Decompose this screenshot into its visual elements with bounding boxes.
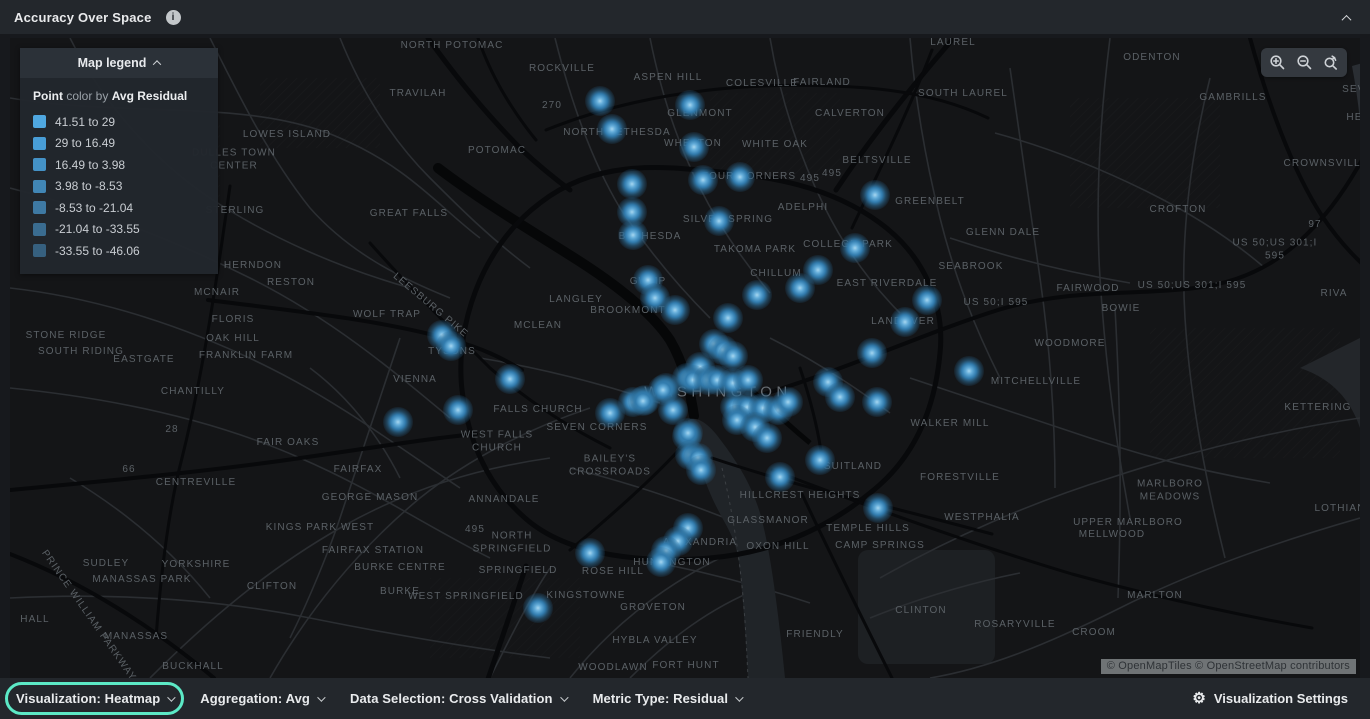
heat-point[interactable] [679, 132, 709, 162]
heat-point[interactable] [628, 386, 658, 416]
heat-point[interactable] [597, 114, 627, 144]
legend-swatch-icon [33, 115, 46, 128]
heat-point[interactable] [383, 407, 413, 437]
bottom-toolbar: Visualization: Heatmap Aggregation: Avg Da… [0, 678, 1370, 719]
map-legend-header[interactable]: Map legend [20, 48, 218, 78]
legend-item: 3.98 to -8.53 [33, 176, 205, 198]
heat-point[interactable] [646, 547, 676, 577]
legend-item-label: -8.53 to -21.04 [55, 201, 133, 215]
heat-point[interactable] [863, 493, 893, 523]
toolbar-dropdown-label: Data Selection: Cross Validation [350, 691, 553, 706]
heat-point[interactable] [523, 593, 553, 623]
map-attribution[interactable]: © OpenMapTiles © OpenStreetMap contribut… [1101, 659, 1356, 674]
heat-point[interactable] [733, 365, 763, 395]
map-legend-rows: 41.51 to 29 29 to 16.49 16.49 to 3.98 3.98 … [20, 108, 218, 274]
heat-point[interactable] [954, 356, 984, 386]
legend-item-label: 3.98 to -8.53 [55, 179, 122, 193]
legend-item-label: -21.04 to -33.55 [55, 222, 140, 236]
reset-zoom-icon [1322, 54, 1339, 71]
legend-item-label: -33.55 to -46.06 [55, 244, 140, 258]
zoom-out-button[interactable] [1294, 52, 1315, 73]
visualization-settings-label: Visualization Settings [1214, 691, 1348, 706]
heat-point[interactable] [742, 280, 772, 310]
legend-swatch-icon [33, 223, 46, 236]
chevron-down-icon [560, 693, 568, 701]
map-legend: Map legend Point color by Avg Residual 4… [20, 48, 218, 274]
legend-swatch-icon [33, 244, 46, 257]
toolbar-dropdown-visualization[interactable]: Visualization: Heatmap [16, 691, 173, 706]
heat-point[interactable] [840, 233, 870, 263]
heat-point[interactable] [825, 382, 855, 412]
toolbar-dropdown-label: Visualization: Heatmap [16, 691, 160, 706]
map-zoom-controls [1261, 48, 1347, 77]
legend-swatch-icon [33, 201, 46, 214]
toolbar-dropdowns: Visualization: Heatmap Aggregation: Avg Da… [16, 691, 741, 706]
chevron-down-icon [735, 693, 743, 701]
legend-item: -33.55 to -46.06 [33, 240, 205, 262]
heat-point[interactable] [890, 307, 920, 337]
legend-color-by-label: color by [63, 89, 112, 103]
legend-item-label: 16.49 to 3.98 [55, 158, 125, 172]
toolbar-dropdown-data-selection[interactable]: Data Selection: Cross Validation [350, 691, 566, 706]
heat-point[interactable] [785, 273, 815, 303]
zoom-out-icon [1296, 54, 1313, 71]
visualization-settings-button[interactable]: ⚙ Visualization Settings [1186, 690, 1354, 707]
info-icon[interactable]: i [166, 10, 181, 25]
legend-item: 29 to 16.49 [33, 133, 205, 155]
heat-point[interactable] [617, 169, 647, 199]
toolbar-dropdown-label: Aggregation: Avg [200, 691, 310, 706]
zoom-in-icon [1269, 54, 1286, 71]
toolbar-dropdown-metric-type[interactable]: Metric Type: Residual [593, 691, 742, 706]
map-legend-subtitle: Point color by Avg Residual [20, 78, 218, 108]
panel-header: Accuracy Over Space i [0, 0, 1370, 34]
legend-swatch-icon [33, 158, 46, 171]
toolbar-dropdown-label: Metric Type: Residual [593, 691, 729, 706]
legend-swatch-icon [33, 137, 46, 150]
heat-point[interactable] [575, 538, 605, 568]
heat-point[interactable] [912, 285, 942, 315]
chevron-down-icon [167, 693, 175, 701]
gear-icon: ⚙ [1192, 691, 1205, 706]
heat-point[interactable] [686, 455, 716, 485]
legend-field-label: Avg Residual [112, 89, 188, 103]
legend-item: 41.51 to 29 [33, 111, 205, 133]
reset-zoom-button[interactable] [1320, 52, 1341, 73]
legend-item: -8.53 to -21.04 [33, 197, 205, 219]
heat-point[interactable] [805, 445, 835, 475]
heat-point[interactable] [618, 220, 648, 250]
chevron-down-icon [317, 693, 325, 701]
heat-point[interactable] [443, 395, 473, 425]
heat-point[interactable] [704, 206, 734, 236]
legend-swatch-icon [33, 180, 46, 193]
heat-point[interactable] [675, 90, 705, 120]
map-canvas[interactable]: NORTH POTOMACROCKVILLEASPEN HILLCOLESVIL… [10, 38, 1360, 678]
heat-point[interactable] [436, 331, 466, 361]
legend-item-label: 29 to 16.49 [55, 136, 115, 150]
heat-point[interactable] [585, 86, 615, 116]
heat-point[interactable] [860, 180, 890, 210]
page-title: Accuracy Over Space [14, 10, 152, 25]
collapse-panel-button[interactable] [1337, 6, 1356, 29]
legend-item: 16.49 to 3.98 [33, 154, 205, 176]
chevron-up-icon [1342, 14, 1352, 24]
heat-point[interactable] [495, 364, 525, 394]
heat-point[interactable] [725, 162, 755, 192]
heat-point[interactable] [862, 387, 892, 417]
zoom-in-button[interactable] [1267, 52, 1288, 73]
heat-point[interactable] [773, 387, 803, 417]
legend-item-label: 41.51 to 29 [55, 115, 115, 129]
heat-point[interactable] [752, 423, 782, 453]
toolbar-dropdown-aggregation[interactable]: Aggregation: Avg [200, 691, 323, 706]
heat-point[interactable] [688, 165, 718, 195]
legend-point-label: Point [33, 89, 63, 103]
heat-point[interactable] [857, 338, 887, 368]
heat-point[interactable] [660, 295, 690, 325]
heat-point[interactable] [765, 462, 795, 492]
map-legend-title: Map legend [78, 56, 147, 70]
legend-item: -21.04 to -33.55 [33, 219, 205, 241]
chevron-up-icon [153, 60, 161, 68]
